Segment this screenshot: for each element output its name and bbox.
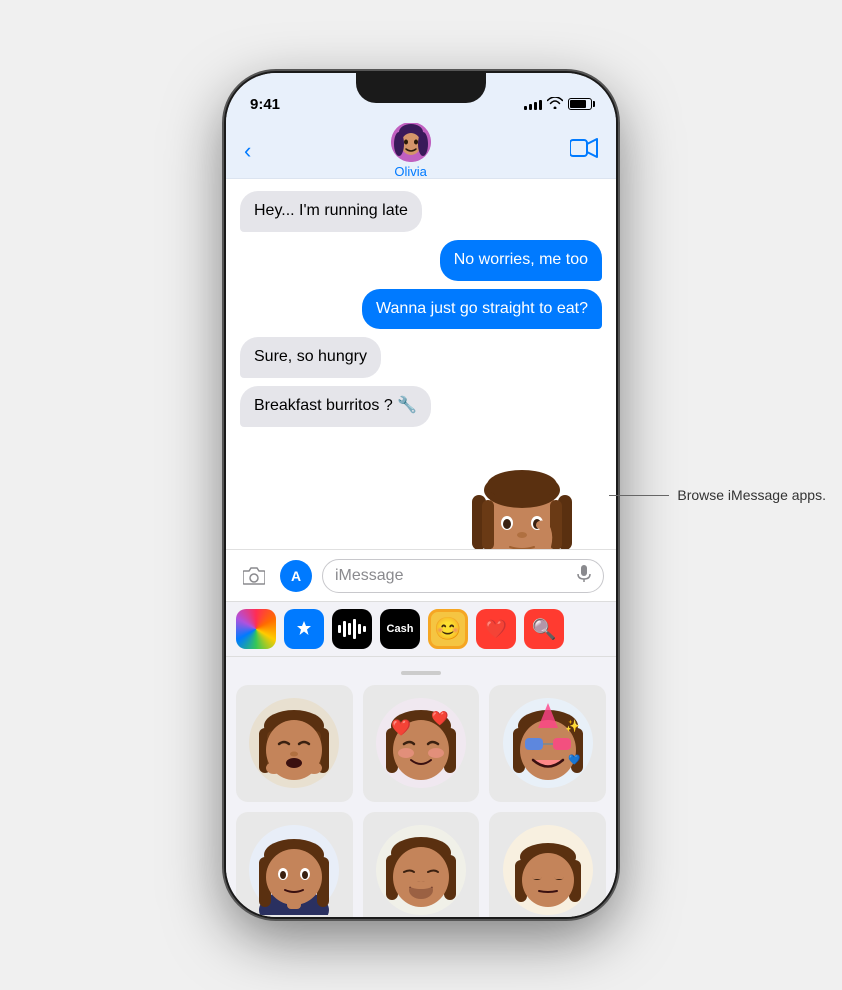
apps-expand-button[interactable]: A [280,560,312,592]
message-input[interactable]: iMessage [322,559,604,593]
message-placeholder: iMessage [335,567,403,585]
back-button[interactable]: ‹ [244,138,251,164]
browse-apps-button[interactable]: 🔍 [524,609,564,649]
svg-text:❤️: ❤️ [391,719,411,737]
sticker-panel: ❤️ ❤️ [226,657,616,917]
message-bubble-5[interactable]: Breakfast burritos ? 🔧 [240,386,431,427]
app-drawer: Cash 😊 ❤️ 🔍 [226,601,616,657]
sticker-3[interactable]: ✨ 💙 [489,685,606,802]
battery-icon [568,98,592,110]
message-bubble-1[interactable]: Hey... I'm running late [240,191,422,232]
message-bubble-2[interactable]: No worries, me too [440,240,602,281]
sticker-1[interactable] [236,685,353,802]
status-icons [524,97,592,112]
annotation-container: Browse iMessage apps. [609,487,826,503]
video-call-button[interactable] [570,138,598,164]
memoji-sticker[interactable] [452,435,592,549]
message-row-3: Wanna just go straight to eat? [240,289,602,330]
nav-bar: ‹ [226,123,616,179]
handle-bar [236,667,606,685]
photos-app-button[interactable] [236,609,276,649]
svg-text:💙: 💙 [568,754,581,766]
avatar [391,122,431,162]
message-row-1: Hey... I'm running late [240,191,602,232]
page-wrapper: 9:41 [226,73,616,917]
input-area: A iMessage [226,549,616,601]
message-bubble-3[interactable]: Wanna just go straight to eat? [362,289,602,330]
apple-cash-button[interactable]: Cash [380,609,420,649]
sticker-4[interactable] [236,812,353,917]
memoji-sticker-button[interactable]: 😊 [428,609,468,649]
memoji-sticker-row [240,435,602,549]
signal-bars-icon [524,98,542,110]
message-bubble-4[interactable]: Sure, so hungry [240,337,381,378]
wifi-icon [547,97,563,112]
sticker-2[interactable]: ❤️ ❤️ [363,685,480,802]
camera-button[interactable] [238,560,270,592]
annotation-text: Browse iMessage apps. [669,487,826,503]
phone-frame: 9:41 [226,73,616,917]
sticker-6[interactable] [489,812,606,917]
microphone-icon[interactable] [577,565,591,586]
sticker-grid: ❤️ ❤️ [236,685,606,917]
status-time: 9:41 [250,96,280,113]
sticker-5[interactable] [363,812,480,917]
annotation-line [609,495,669,496]
nav-center[interactable]: Olivia [391,122,431,179]
sticker2-button[interactable]: ❤️ [476,609,516,649]
svg-text:✨: ✨ [565,719,580,733]
contact-name: Olivia [394,164,427,179]
svg-text:❤️: ❤️ [431,710,449,726]
notch [356,73,486,103]
appstore-button[interactable] [284,609,324,649]
messages-area[interactable]: Hey... I'm running late No worries, me t… [226,179,616,549]
message-row-2: No worries, me too [240,240,602,281]
message-row-4: Sure, so hungry [240,337,602,378]
message-row-5: Breakfast burritos ? 🔧 [240,386,602,427]
soundwave-button[interactable] [332,609,372,649]
